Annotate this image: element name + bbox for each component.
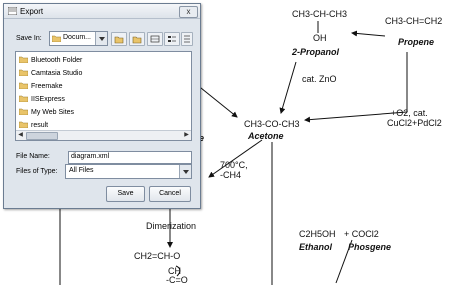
propene-name: Propene xyxy=(398,37,435,47)
scroll-right-icon[interactable]: ▶ xyxy=(182,131,191,140)
folder-icon xyxy=(19,69,28,76)
list-item[interactable]: My Web Sites xyxy=(19,108,74,119)
export-dialog: Export x Save In: Docum... Bluetooth Fol… xyxy=(3,3,201,209)
propanol-name: 2-Propanol xyxy=(292,47,340,57)
extra-view-button[interactable] xyxy=(181,32,193,46)
phosgene-formula: + COCl2 xyxy=(344,229,379,239)
folder-name: result xyxy=(31,122,49,129)
cancel-button[interactable]: Cancel xyxy=(149,186,191,202)
folder-icon xyxy=(19,56,28,63)
dialog-title: Export xyxy=(20,7,44,16)
propanol-formula: CH3-CH-CH3 xyxy=(292,9,348,19)
folder-icon xyxy=(19,108,28,115)
ketene-sub-2: -C=O xyxy=(166,275,188,285)
save-in-value: Docum... xyxy=(63,34,92,41)
save-button[interactable]: Save xyxy=(106,186,145,202)
catalyst-zno: cat. ZnO xyxy=(302,74,337,84)
folder-name: Freemake xyxy=(31,83,63,90)
new-folder-button[interactable] xyxy=(129,32,145,46)
list-item[interactable]: Camtasia Studio xyxy=(19,69,82,80)
propene-to-propanol-arrow xyxy=(351,30,386,37)
ethanol-name: Ethanol xyxy=(299,242,332,252)
details-view-button[interactable] xyxy=(164,32,180,46)
chevron-down-icon xyxy=(95,32,107,45)
horizontal-scrollbar[interactable]: ◀ ▶ xyxy=(16,130,191,140)
save-in-label: Save In: xyxy=(16,35,42,42)
list-item[interactable]: Bluetooth Folder xyxy=(19,56,82,67)
file-type-label: Files of Type: xyxy=(16,168,58,175)
new-folder-icon xyxy=(132,36,142,44)
folder-name: My Web Sites xyxy=(31,109,75,116)
folder-icon xyxy=(19,82,28,89)
phosgene-name: Phosgene xyxy=(348,242,392,252)
oxidation-label-1: +O2, cat. xyxy=(391,108,428,118)
file-list[interactable]: Bluetooth Folder Camtasia Studio Freemak… xyxy=(15,51,192,141)
list-view-button[interactable] xyxy=(147,32,163,46)
file-name-value: diagram.xml xyxy=(71,153,110,160)
list-item[interactable]: Freemake xyxy=(19,82,63,93)
propanol-oh: OH xyxy=(313,33,327,43)
dimerization-label: Dimerization xyxy=(146,221,197,231)
propene-formula: CH3-CH=CH2 xyxy=(385,16,443,26)
folder-name: Bluetooth Folder xyxy=(31,57,83,64)
list-item[interactable]: IISExpress xyxy=(19,95,65,106)
oxidation-label-2: CuCl2+PdCl2 xyxy=(387,118,442,128)
left-to-acetone-arrow xyxy=(195,83,238,118)
folder-name: Camtasia Studio xyxy=(31,70,83,77)
scroll-left-icon[interactable]: ◀ xyxy=(16,131,25,140)
folder-icon xyxy=(19,95,28,102)
heat-label-2: -CH4 xyxy=(220,170,242,180)
file-name-input[interactable]: diagram.xml xyxy=(68,151,192,164)
file-name-label: File Name: xyxy=(16,153,50,160)
file-type-dropdown[interactable]: All Files xyxy=(65,164,192,179)
scrollbar-thumb[interactable] xyxy=(26,132,58,140)
propanol-to-acetone-arrow xyxy=(279,61,297,114)
ethanol-formula: C2H5OH xyxy=(299,229,336,239)
heat-label-1: 700°C, xyxy=(220,160,248,170)
list-view-icon xyxy=(150,35,160,43)
close-icon: x xyxy=(186,7,191,16)
details-view-icon xyxy=(168,36,176,42)
propanol-oh-bond xyxy=(317,21,319,33)
up-folder-icon xyxy=(114,36,124,44)
app-icon xyxy=(8,7,17,15)
up-folder-button[interactable] xyxy=(111,32,127,46)
chevron-down-icon xyxy=(179,165,191,178)
ketene-formula: CH2=CH-O xyxy=(134,251,181,261)
acetone-name: Acetone xyxy=(248,131,284,141)
close-button[interactable]: x xyxy=(179,6,198,18)
save-in-dropdown[interactable]: Docum... xyxy=(49,31,108,46)
file-type-value: All Files xyxy=(69,167,94,174)
dialog-titlebar[interactable]: Export x xyxy=(4,4,200,19)
folder-icon xyxy=(52,35,61,42)
folder-icon xyxy=(19,121,28,128)
menu-icon xyxy=(184,35,190,43)
folder-name: IISExpress xyxy=(31,96,65,103)
acetone-formula: CH3-CO-CH3 xyxy=(244,119,300,129)
